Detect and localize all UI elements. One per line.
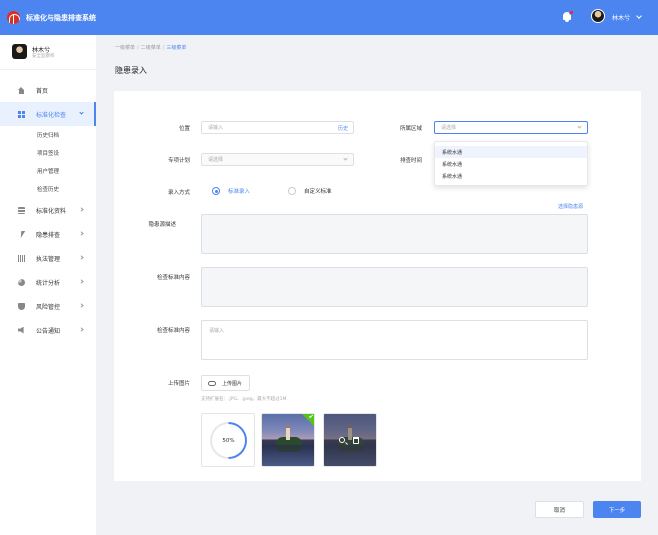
logo-icon (7, 11, 20, 24)
sidebar-item-label: 首页 (36, 87, 49, 95)
dropdown-option[interactable]: 系统水通 (435, 170, 587, 182)
sidebar-item-label: 标准化检查 (36, 111, 67, 119)
standard-content-label: 检查标准内容 (156, 275, 190, 281)
radio-custom-standard[interactable]: 自定义标准 (288, 187, 332, 195)
page-title: 隐患录入 (115, 66, 147, 75)
chevron-right-icon (79, 231, 84, 236)
dropdown-option[interactable]: 系统水通 (435, 158, 587, 170)
chevron-right-icon (79, 279, 84, 284)
stack-icon (18, 206, 25, 214)
radio-dot (288, 187, 296, 195)
zoom-in-icon[interactable] (339, 437, 345, 443)
pie-icon (18, 278, 25, 286)
upload-button[interactable]: 上传图片 (201, 375, 250, 391)
radio-label: 标准录入 (228, 189, 251, 195)
sidebar-item-standard-docs[interactable]: 标准化资料 (0, 198, 96, 222)
chevron-right-icon (79, 327, 84, 332)
location-label: 位置 (178, 126, 190, 132)
chevron-right-icon (79, 303, 84, 308)
upload-hint: 支持扩展名：.JPG、.jpeg，最大不超过1M (201, 397, 287, 402)
sidebar-item-label: 执法管理 (36, 255, 61, 263)
sidebar-menu: 首页 标准化检查 历史归档 项目签设 用户管理 检查历史 标准化资料 隐患排查 … (0, 78, 96, 342)
dropdown-option[interactable]: 系统水通 (435, 146, 587, 158)
entry-mode-label: 录入方式 (167, 190, 190, 196)
cloud-upload-icon (208, 380, 216, 386)
submenu-item-check-history[interactable]: 检查历史 (0, 180, 96, 198)
cancel-button[interactable]: 取消 (535, 501, 584, 518)
area-placeholder: 请选择 (441, 125, 457, 131)
area-dropdown: 系统水通 系统水通 系统水通 (434, 141, 588, 186)
sidebar-item-enforcement[interactable]: 执法管理 (0, 246, 96, 270)
submenu-item-archive[interactable]: 历史归档 (0, 126, 96, 144)
breadcrumb: 一级菜单 / 二级菜单 / 三级菜单 (115, 45, 187, 51)
sidebar-item-label: 标准化资料 (36, 207, 67, 215)
uploaded-image-hover[interactable] (323, 413, 377, 467)
plan-placeholder: 请选择 (208, 157, 224, 163)
hazard-desc-textarea[interactable] (201, 214, 588, 254)
select-hazard-link[interactable]: 选择隐患源 (558, 203, 583, 210)
notification-badge (569, 10, 574, 15)
sidebar-item-label: 风险管控 (36, 303, 61, 311)
breadcrumb-item[interactable]: 一级菜单 (115, 45, 135, 51)
plan-select[interactable]: 请选择 (201, 153, 354, 166)
submenu-item-users[interactable]: 用户管理 (0, 162, 96, 180)
sidebar-item-hazard-check[interactable]: 隐患排查 (0, 222, 96, 246)
upload-button-label: 上传图片 (222, 380, 243, 387)
sidebar-item-standard-check[interactable]: 标准化检查 (0, 102, 96, 126)
sidebar-item-risk[interactable]: 风险管控 (0, 294, 96, 318)
area-label: 所属区域 (399, 126, 422, 132)
sidebar-avatar (12, 44, 27, 59)
upload-label: 上传图片 (167, 381, 190, 387)
chevron-down-icon (577, 124, 582, 129)
app-title: 标准化与隐患排查系统 (26, 13, 96, 22)
location-placeholder: 请输入 (208, 125, 224, 131)
sidebar-item-home[interactable]: 首页 (0, 78, 96, 102)
shield-icon (18, 302, 25, 310)
bolt-icon (18, 230, 26, 238)
chevron-right-icon (79, 207, 84, 212)
grid-icon (18, 110, 25, 118)
sidebar-user-role: 安全监察师 (32, 54, 55, 59)
standard-content-label: 检查标准内容 (156, 328, 190, 334)
top-bar: 标准化与隐患排查系统 (0, 0, 658, 35)
area-select[interactable]: 请选择 (434, 121, 588, 134)
notification-bell-icon[interactable] (562, 10, 574, 22)
standard-content-placeholder: 请输入 (209, 328, 225, 334)
uploaded-image[interactable] (261, 413, 315, 467)
chevron-right-icon (79, 255, 84, 260)
time-label: 排查时间 (399, 158, 422, 164)
sidebar: 林木兮 安全监察师 首页 标准化检查 历史归档 项目签设 用户管理 检查历史 标… (0, 35, 96, 535)
sidebar-item-label: 隐患排查 (36, 231, 61, 239)
standard-content-textarea[interactable] (201, 267, 588, 307)
bars-icon (18, 254, 25, 262)
sidebar-item-label: 统计分析 (36, 279, 61, 287)
progress-ring: 50% (210, 422, 247, 459)
progress-text: 50% (212, 424, 245, 457)
upload-progress: 50% (201, 413, 255, 467)
next-button[interactable]: 下一步 (593, 501, 641, 518)
home-icon (18, 86, 25, 94)
submenu-item-project[interactable]: 项目签设 (0, 144, 96, 162)
radio-label: 自定义标准 (304, 189, 332, 195)
breadcrumb-item[interactable]: 二级菜单 (141, 45, 161, 51)
sidebar-item-statistics[interactable]: 统计分析 (0, 270, 96, 294)
delete-icon[interactable] (353, 437, 359, 444)
breadcrumb-current: 三级菜单 (166, 45, 187, 51)
sidebar-item-notice[interactable]: 公告通知 (0, 318, 96, 342)
location-input[interactable]: 请输入 历史 (201, 121, 354, 134)
plan-label: 专项计划 (167, 158, 190, 164)
sidebar-item-label: 公告通知 (36, 327, 61, 335)
speaker-icon (18, 326, 24, 334)
divider (0, 69, 96, 70)
standard-content-input[interactable]: 请输入 (201, 320, 588, 360)
chevron-down-icon (79, 110, 84, 115)
header-user-name[interactable]: 林木兮 (612, 13, 630, 22)
hazard-desc-label: 隐患源描述 (148, 222, 176, 228)
header-avatar[interactable] (591, 9, 605, 23)
radio-standard-entry[interactable]: 标准录入 (212, 187, 250, 195)
radio-dot (212, 187, 220, 195)
